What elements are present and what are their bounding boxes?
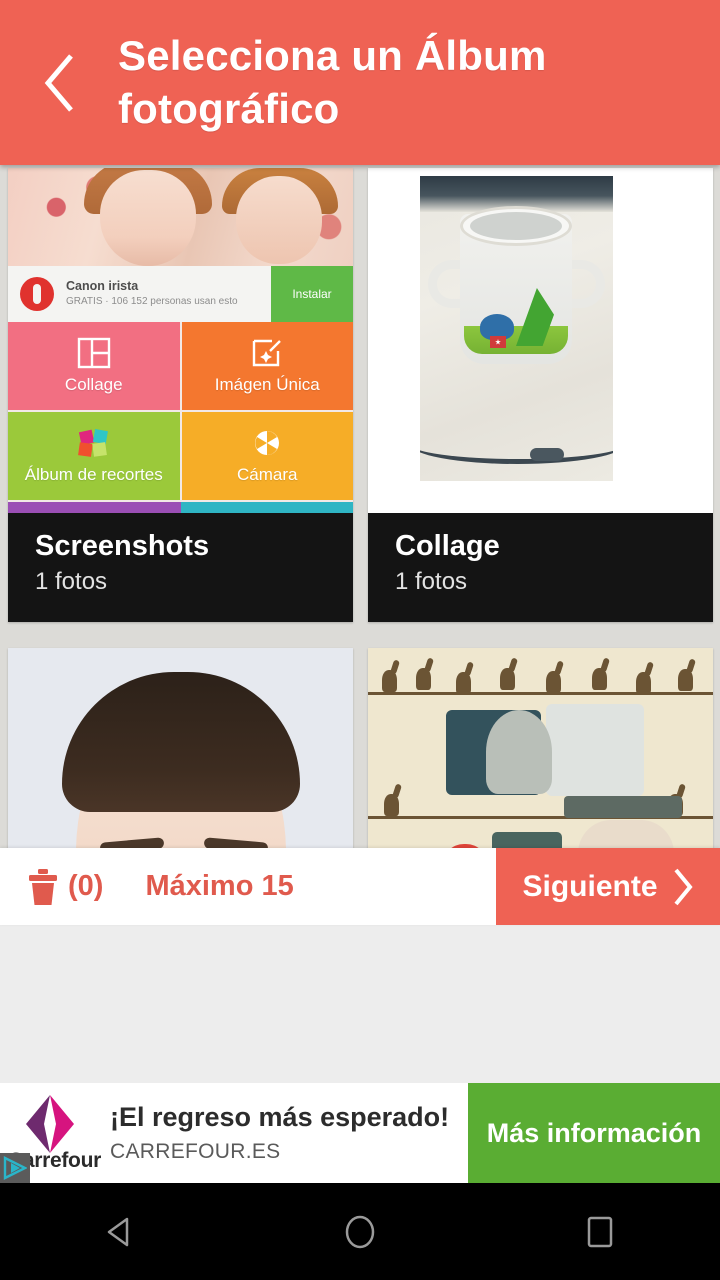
- album-card-partial-face[interactable]: [8, 648, 353, 848]
- screenshot-photo-strip: [8, 168, 353, 266]
- decorative-face: [236, 176, 322, 264]
- collage-grid-icon: [77, 337, 110, 369]
- android-navigation-bar: [0, 1183, 720, 1280]
- single-image-edit-icon: [253, 339, 282, 367]
- mug-decal-flag: [490, 336, 506, 348]
- album-thumbnail: [8, 648, 353, 848]
- canon-irista-app-icon: [20, 277, 54, 311]
- nested-ad-text: Canon irista GRATIS · 106 152 personas u…: [66, 279, 271, 309]
- next-button-label: Siguiente: [522, 869, 658, 903]
- back-triangle-icon: [107, 1217, 129, 1246]
- action-bar-left: (0) Máximo 15: [0, 848, 496, 925]
- album-photo-count: 1 fotos: [395, 567, 468, 595]
- tile-label: Imágen Única: [214, 375, 320, 394]
- album-thumbnail: [368, 168, 713, 513]
- next-button[interactable]: Siguiente: [496, 848, 720, 925]
- cat-silhouette: [636, 672, 651, 694]
- nested-ad-row: Canon irista GRATIS · 106 152 personas u…: [8, 266, 353, 322]
- back-button[interactable]: [0, 0, 118, 165]
- mug-preview: [368, 168, 713, 513]
- nav-recents-button[interactable]: [540, 1183, 660, 1280]
- album-thumbnail: [368, 648, 713, 848]
- cat-silhouette: [500, 668, 515, 690]
- advertiser-logo: Carrefour: [0, 1083, 101, 1183]
- adchoices-icon[interactable]: [0, 1153, 30, 1183]
- cats-wallpaper-preview: [368, 648, 713, 848]
- cat-silhouette: [592, 668, 607, 690]
- tile-label: Collage: [64, 375, 123, 394]
- album-caption: Screenshots 1 fotos: [8, 513, 353, 622]
- cat-silhouette: [416, 668, 431, 690]
- decorative-hair: [578, 820, 674, 848]
- cat-silhouette: [456, 672, 471, 694]
- tile-imagen-unica: Imágen Única: [181, 322, 353, 410]
- decorative-shelf: [368, 692, 713, 695]
- nested-install-button: Instalar: [271, 266, 353, 322]
- carrefour-logo-icon: [26, 1095, 74, 1153]
- decorative-plug: [530, 448, 564, 461]
- page-title: Selecciona un Álbum fotográfico: [118, 31, 547, 132]
- decorative-monitor: [492, 832, 562, 848]
- chevron-left-icon: [44, 53, 73, 112]
- tile-album-recortes: Álbum de recortes: [8, 412, 180, 500]
- mug-interior: [470, 212, 562, 240]
- adchoices-triangle-icon: [3, 1156, 27, 1180]
- recents-square-icon: [587, 1216, 613, 1247]
- selection-action-bar: (0) Máximo 15 Siguiente: [0, 848, 720, 925]
- decorative-cable: [420, 424, 613, 464]
- ad-text-block: ¡El regreso más esperado! CARREFOUR.ES: [100, 1102, 468, 1163]
- nav-home-button[interactable]: [300, 1183, 420, 1280]
- tile-camara: Cámara: [181, 412, 353, 500]
- ad-banner[interactable]: Carrefour ¡El regreso más esperado! CARR…: [0, 1083, 720, 1183]
- max-selection-label: Máximo 15: [145, 870, 294, 902]
- portrait-preview: [8, 648, 353, 848]
- decorative-keyboard: [564, 796, 682, 818]
- nested-ad-subtitle: GRATIS · 106 152 personas usan esto: [66, 296, 238, 308]
- album-card-collage[interactable]: Collage 1 fotos: [368, 168, 713, 622]
- empty-content-area: [0, 925, 720, 1083]
- home-circle-icon: [345, 1215, 375, 1248]
- ad-content: Carrefour ¡El regreso más esperado! CARR…: [0, 1083, 468, 1183]
- album-grid: Canon irista GRATIS · 106 152 personas u…: [0, 165, 720, 848]
- album-caption: Collage 1 fotos: [368, 513, 713, 622]
- nested-color-strip: [8, 502, 353, 513]
- album-thumbnail: Canon irista GRATIS · 106 152 personas u…: [8, 168, 353, 513]
- nested-tile-grid: Collage Imágen Única Álbum de recortes C…: [8, 322, 353, 500]
- cat-silhouette: [382, 670, 397, 692]
- album-card-partial-cats[interactable]: [368, 648, 713, 848]
- chevron-right-icon: [673, 868, 693, 905]
- camera-shutter-icon: [255, 431, 280, 455]
- selected-count: (0): [68, 870, 104, 902]
- cat-silhouette: [678, 669, 693, 691]
- ad-url: CARREFOUR.ES: [110, 1139, 281, 1163]
- ad-cta-button[interactable]: Más información: [468, 1083, 720, 1183]
- album-name: Screenshots: [35, 531, 210, 562]
- trash-icon[interactable]: [28, 868, 58, 905]
- app-header: Selecciona un Álbum fotográfico: [0, 0, 720, 165]
- nav-back-button[interactable]: [60, 1183, 180, 1280]
- nested-ad-title: Canon irista: [66, 279, 139, 294]
- app-screen: Selecciona un Álbum fotográfico Canon ir…: [0, 0, 720, 1280]
- tile-label: Álbum de recortes: [24, 465, 163, 484]
- decorative-bust: [486, 710, 552, 794]
- decorative-monitor: [546, 704, 644, 796]
- scrapbook-icon: [77, 429, 108, 457]
- tile-collage: Collage: [8, 322, 180, 410]
- album-photo-count: 1 fotos: [35, 567, 108, 595]
- screenshot-preview: Canon irista GRATIS · 106 152 personas u…: [8, 168, 353, 513]
- tile-label: Cámara: [237, 465, 298, 484]
- ad-cta-label: Más información: [486, 1117, 702, 1148]
- ad-headline: ¡El regreso más esperado!: [110, 1102, 450, 1133]
- cat-silhouette: [546, 671, 561, 693]
- decorative-hair: [62, 672, 300, 812]
- album-name: Collage: [395, 531, 500, 562]
- decorative-face: [100, 170, 196, 266]
- mug-photo: [420, 176, 613, 481]
- album-card-screenshots[interactable]: Canon irista GRATIS · 106 152 personas u…: [8, 168, 353, 622]
- cat-silhouette: [384, 794, 399, 816]
